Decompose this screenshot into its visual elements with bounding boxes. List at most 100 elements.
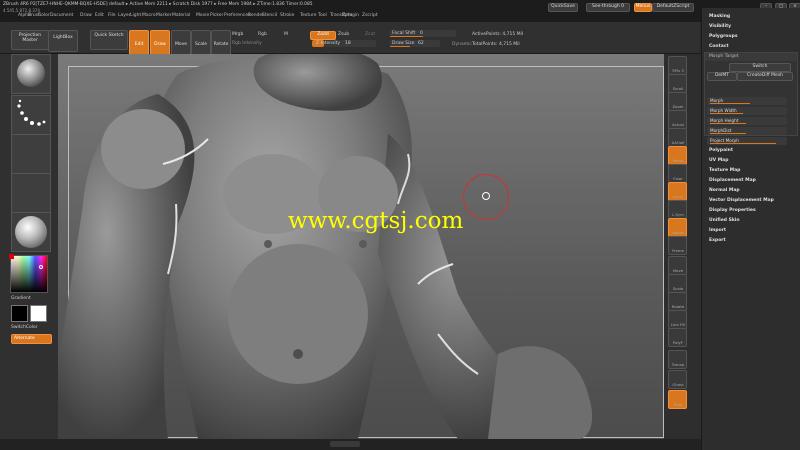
default-zscript-button[interactable]: DefaultZScript bbox=[652, 3, 694, 12]
see-through-slider[interactable]: See-through 0 bbox=[586, 3, 630, 12]
dynamic-toggle[interactable]: Dynamic bbox=[452, 42, 472, 47]
menu-item-file[interactable]: File bbox=[108, 13, 116, 18]
app-title: ZBrush 4R6 P2[TZE7-HNHE-QKMM-BQXE-H5DE] … bbox=[3, 2, 313, 7]
menu-item-marker[interactable]: Marker bbox=[156, 13, 172, 18]
draw-size-fill bbox=[390, 46, 410, 47]
brush-thumbnail[interactable] bbox=[11, 54, 51, 94]
normal-map-header[interactable]: Normal Map bbox=[709, 188, 740, 193]
right-shelf: SPix 3 Scroll Zoom Actual AAHalf Persp Floor Lo… bbox=[664, 54, 701, 439]
bottom-tray-handle[interactable] bbox=[330, 441, 360, 447]
draw-size-label: Draw Size bbox=[392, 41, 415, 46]
masking-header[interactable]: Masking bbox=[709, 14, 730, 19]
menu-item-zplugin[interactable]: Zplugin bbox=[342, 13, 359, 18]
move-label: Move bbox=[174, 42, 188, 47]
alternate-button[interactable]: Alternate bbox=[11, 334, 52, 344]
import-header[interactable]: Import bbox=[709, 228, 726, 233]
focal-shift-value: 0 bbox=[420, 31, 423, 36]
texture-thumbnail[interactable] bbox=[11, 173, 51, 213]
stroke-thumbnail[interactable] bbox=[11, 95, 51, 135]
visibility-header[interactable]: Visibility bbox=[709, 24, 731, 29]
display-properties-header[interactable]: Display Properties bbox=[709, 208, 756, 213]
color-picker-cursor-icon bbox=[39, 265, 43, 269]
project-morph-fill bbox=[710, 143, 776, 144]
menu-item-layer[interactable]: Layer bbox=[118, 13, 131, 18]
mrgb-toggle[interactable]: Mrgb bbox=[232, 32, 243, 37]
material-sphere-icon bbox=[15, 216, 47, 248]
zadd-button[interactable]: Zadd bbox=[310, 31, 336, 40]
lightbox-button[interactable]: LightBox bbox=[48, 30, 78, 52]
m-toggle[interactable]: M bbox=[284, 32, 288, 37]
focal-shift-slider[interactable]: Focal Shift 0 bbox=[390, 30, 456, 37]
morph-width-slider[interactable]: Morph Width bbox=[707, 107, 787, 115]
z-intensity-slider[interactable]: Z Intensity 18 bbox=[312, 40, 376, 47]
canvas-viewport[interactable]: www.cgtsj.com bbox=[58, 54, 664, 439]
projection-master-button[interactable]: Projection Master bbox=[11, 30, 49, 50]
left-tray: Gradient SwitchColor Alternate bbox=[0, 54, 58, 450]
primary-color-swatch[interactable] bbox=[11, 305, 28, 322]
material-thumbnail[interactable] bbox=[11, 212, 51, 252]
active-points-readout: ActivePoints: 4,715 Mil bbox=[472, 32, 524, 37]
menu-item-edit[interactable]: Edit bbox=[95, 13, 104, 18]
menu-item-draw[interactable]: Draw bbox=[80, 13, 92, 18]
color-swatch-icon bbox=[9, 254, 14, 259]
shelf-label-scale: Scale bbox=[672, 286, 684, 291]
color-picker[interactable] bbox=[9, 254, 48, 293]
focal-shift-label: Focal Shift bbox=[392, 31, 416, 36]
gradient-toggle[interactable]: Gradient bbox=[11, 296, 31, 301]
tool-palette: Masking Visibility Polygroups Contact Mo… bbox=[701, 8, 800, 450]
polypaint-header[interactable]: Polypaint bbox=[709, 148, 733, 153]
menu-item-light[interactable]: Light bbox=[130, 13, 141, 18]
shelf-label-spix-3: SPix 3 bbox=[672, 68, 684, 73]
morph-height-fill bbox=[710, 123, 746, 124]
polygroups-header[interactable]: Polygroups bbox=[709, 34, 738, 39]
contact-header[interactable]: Contact bbox=[709, 44, 729, 49]
rgb-toggle[interactable]: Rgb bbox=[258, 32, 267, 37]
gorilla-sculpt-model bbox=[58, 54, 593, 439]
draw-size-slider[interactable]: Draw Size 62 bbox=[390, 40, 440, 47]
create-diff-mesh-button[interactable]: CreateDiff Mesh bbox=[737, 72, 793, 81]
menu-item-stroke[interactable]: Stroke bbox=[280, 13, 294, 18]
secondary-color-swatch[interactable] bbox=[30, 305, 47, 322]
quick-sketch-button[interactable]: Quick Sketch bbox=[90, 30, 128, 50]
shelf-label-actual: Actual bbox=[672, 122, 684, 127]
switch-button[interactable]: Switch bbox=[729, 63, 791, 72]
alpha-thumbnail[interactable] bbox=[11, 134, 51, 174]
shelf-label-aahalf: AAHalf bbox=[671, 140, 685, 145]
menu-item-preferences[interactable]: Preferences bbox=[224, 13, 250, 18]
morph-target-header[interactable]: Morph Target bbox=[709, 54, 739, 59]
menu-item-stencil[interactable]: Stencil bbox=[262, 13, 277, 18]
uv-map-header[interactable]: UV Map bbox=[709, 158, 728, 163]
menus-toggle[interactable]: Menus bbox=[634, 3, 652, 12]
zsub-button[interactable]: Zsub bbox=[338, 32, 349, 37]
menu-item-movie[interactable]: Movie bbox=[196, 13, 209, 18]
menu-item-macro[interactable]: Macro bbox=[142, 13, 156, 18]
texture-map-header[interactable]: Texture Map bbox=[709, 168, 740, 173]
displacement-map-header[interactable]: Displacement Map bbox=[709, 178, 756, 183]
delmt-button[interactable]: DelMT bbox=[707, 72, 737, 81]
shelf-label-rotate: Rotate bbox=[671, 304, 685, 309]
menu-item-tool[interactable]: Tool bbox=[318, 13, 327, 18]
menu-item-color[interactable]: Color bbox=[38, 13, 50, 18]
menu-item-picker[interactable]: Picker bbox=[210, 13, 223, 18]
export-header[interactable]: Export bbox=[709, 238, 726, 243]
scale-label: Scale bbox=[194, 42, 208, 47]
zcut-button[interactable]: Zcut bbox=[365, 32, 375, 37]
morph-height-slider[interactable]: Morph Height bbox=[707, 117, 787, 125]
menu-item-texture[interactable]: Texture bbox=[300, 13, 316, 18]
menu-item-document[interactable]: Document bbox=[50, 13, 73, 18]
shelf-label-zoom: Zoom bbox=[672, 104, 684, 109]
brush-center-icon bbox=[482, 192, 490, 200]
menu-item-material[interactable]: Material bbox=[172, 13, 190, 18]
morph-dist-slider[interactable]: MorphDist bbox=[707, 127, 787, 135]
vector-displacement-map-header[interactable]: Vector Displacement Map bbox=[709, 198, 774, 203]
project-morph-button[interactable]: Project Morph bbox=[707, 137, 787, 145]
unified-skin-header[interactable]: Unified Skin bbox=[709, 218, 740, 223]
quicksave-button[interactable]: QuickSave bbox=[548, 3, 578, 12]
switch-color-button[interactable]: SwitchColor bbox=[11, 325, 38, 330]
rgb-intensity-slider[interactable]: Rgb Intensity bbox=[232, 41, 262, 46]
morph-slider[interactable]: Morph bbox=[707, 97, 787, 105]
menu-item-zscript[interactable]: Zscript bbox=[362, 13, 378, 18]
shelf-label-frame: Frame bbox=[672, 248, 684, 253]
z-intensity-label: Z Intensity bbox=[316, 41, 341, 46]
morph-target-header-bar: Morph Target bbox=[705, 53, 797, 61]
